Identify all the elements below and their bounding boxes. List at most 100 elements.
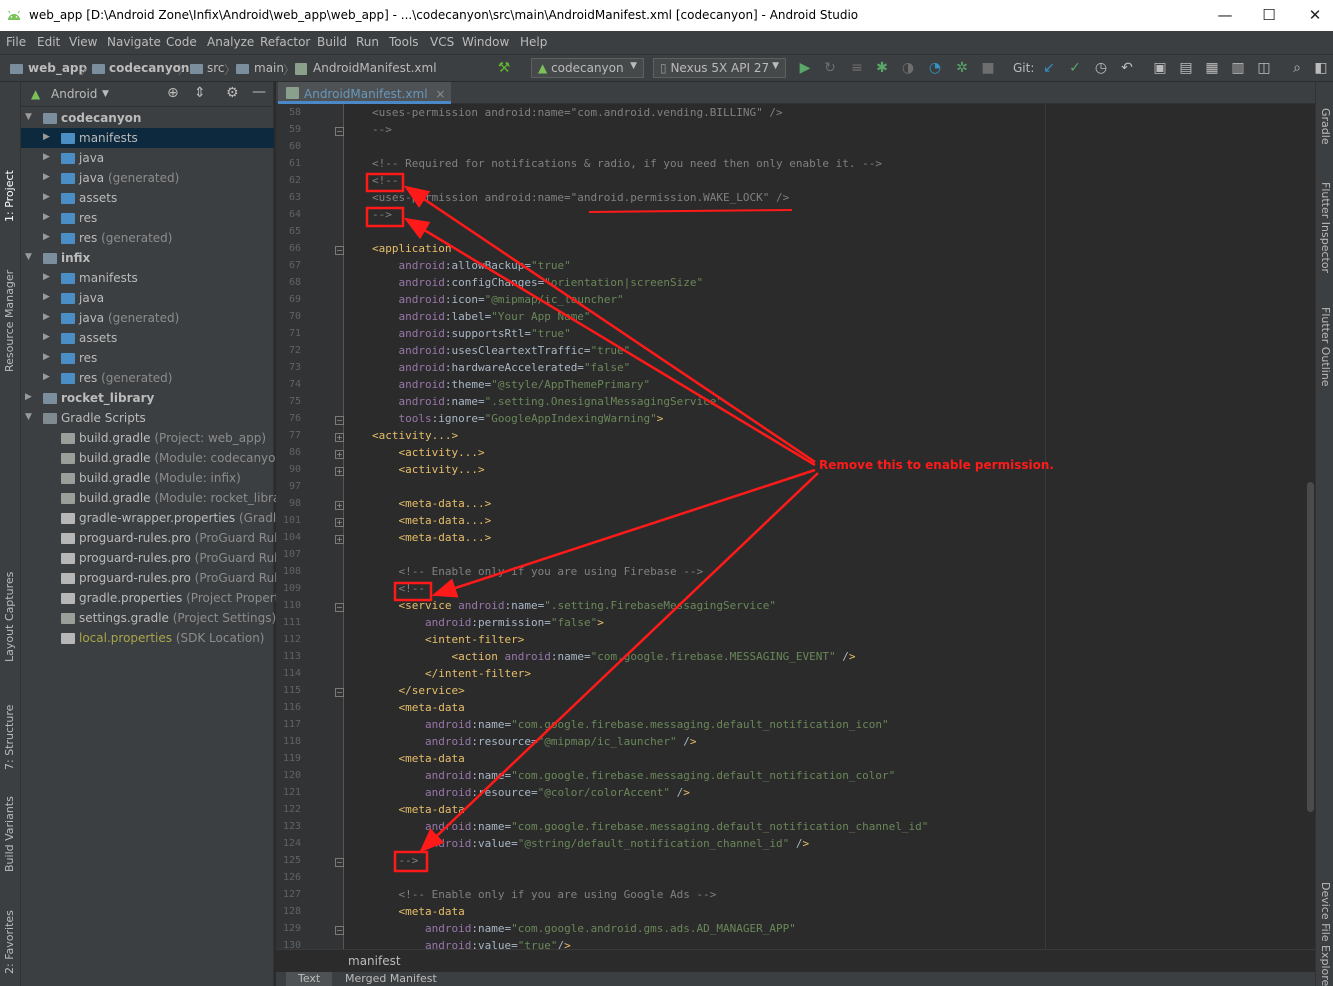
code-line[interactable]: <!-- Enable only if you are using Fireba… xyxy=(372,565,703,578)
tree-item[interactable]: proguard-rules.pro (ProGuard Rules f xyxy=(21,548,299,568)
code-line[interactable]: android:name="com.google.firebase.messag… xyxy=(372,820,928,833)
view-mode-select[interactable]: Android xyxy=(51,87,97,101)
code-line[interactable]: android:label="Your App Name" xyxy=(372,310,591,323)
chevron-right-icon[interactable]: ▶ xyxy=(43,292,53,302)
maximize-button[interactable]: ☐ xyxy=(1259,6,1279,24)
code-line[interactable]: <activity...> xyxy=(372,446,485,459)
tree-item[interactable]: settings.gradle (Project Settings) xyxy=(21,608,276,628)
project-structure-icon[interactable]: ▣ xyxy=(1152,60,1168,76)
tree-item[interactable]: build.gradle (Project: web_app) xyxy=(21,428,274,448)
code-line[interactable]: android:hardwareAccelerated="false" xyxy=(372,361,631,374)
tool-tab-resource-manager[interactable]: Resource Manager xyxy=(3,270,16,372)
code-line[interactable]: <action android:name="com.google.firebas… xyxy=(372,650,855,663)
breadcrumb-file[interactable]: AndroidManifest.xml xyxy=(313,61,437,75)
code-line[interactable]: <!-- Enable only if you are using Google… xyxy=(372,888,716,901)
chevron-right-icon[interactable]: ▶ xyxy=(43,272,53,282)
code-line[interactable]: android:name="com.google.firebase.messag… xyxy=(372,718,889,731)
code-line[interactable]: </intent-filter> xyxy=(372,667,531,680)
code-line[interactable]: --> xyxy=(372,123,392,136)
menu-code[interactable]: Code xyxy=(166,35,197,49)
menu-help[interactable]: Help xyxy=(520,35,547,49)
code-line[interactable]: android:value="@string/default_notificat… xyxy=(372,837,809,850)
git-commit-icon[interactable]: ✓ xyxy=(1067,60,1083,76)
tree-item[interactable]: ▶ java xyxy=(21,148,274,168)
tree-item[interactable]: ▼ codecanyon xyxy=(21,108,274,128)
sdk-manager-icon[interactable]: ▥ xyxy=(1230,60,1246,76)
tool-tab-favorites[interactable]: 2: Favorites xyxy=(3,910,16,974)
fold-marker-icon[interactable]: + xyxy=(335,450,344,459)
menu-tools[interactable]: Tools xyxy=(389,35,419,49)
hammer-icon[interactable]: ⚒ xyxy=(496,60,512,76)
tree-item[interactable]: ▶ res (generated) xyxy=(21,228,274,248)
code-line[interactable]: <uses-permission android:name="android.p… xyxy=(372,191,789,204)
tree-item[interactable]: build.gradle (Module: infix) xyxy=(21,468,274,488)
tree-item[interactable]: ▶ rocket_library xyxy=(21,388,274,408)
code-line[interactable]: --> xyxy=(372,208,392,221)
menu-window[interactable]: Window xyxy=(462,35,509,49)
code-line[interactable]: android:allowBackup="true" xyxy=(372,259,571,272)
xml-breadcrumb-manifest[interactable]: manifest xyxy=(348,954,401,968)
breadcrumb-project[interactable]: web_app xyxy=(28,61,87,75)
code-line[interactable]: <application xyxy=(372,242,451,255)
editor-scrollbar[interactable] xyxy=(1307,482,1314,812)
code-line[interactable]: <meta-data...> xyxy=(372,531,492,544)
code-line[interactable]: <!-- xyxy=(372,174,399,187)
menu-refactor[interactable]: Refactor xyxy=(260,35,310,49)
chevron-right-icon[interactable]: ▶ xyxy=(43,192,53,202)
fold-marker-icon[interactable]: − xyxy=(335,926,344,935)
tree-item[interactable]: ▶ manifests xyxy=(21,128,274,148)
hide-panel-icon[interactable]: — xyxy=(252,84,266,100)
tree-item[interactable]: ▶ res (generated) xyxy=(21,368,274,388)
tree-item[interactable]: ▶ assets xyxy=(21,188,274,208)
code-line[interactable]: android:theme="@style/AppThemePrimary" xyxy=(372,378,651,391)
code-line[interactable]: </service> xyxy=(372,684,465,697)
chevron-right-icon[interactable]: ▶ xyxy=(43,312,53,322)
code-line[interactable]: android:resource="@mipmap/ic_launcher" /… xyxy=(372,735,697,748)
fold-marker-icon[interactable]: − xyxy=(335,416,344,425)
chevron-right-icon[interactable]: ▶ xyxy=(43,152,53,162)
tree-item[interactable]: local.properties (SDK Location) xyxy=(21,628,274,648)
menu-build[interactable]: Build xyxy=(317,35,347,49)
tab-androidmanifest[interactable]: AndroidManifest.xml × xyxy=(278,82,452,104)
sync-project-icon[interactable]: ▤ xyxy=(1178,60,1194,76)
collapse-all-icon[interactable]: ⇕ xyxy=(194,85,206,101)
code-line[interactable]: tools:ignore="GoogleAppIndexingWarning"> xyxy=(372,412,664,425)
chevron-down-icon[interactable]: ▼ xyxy=(25,412,35,422)
tree-item[interactable]: ▼ infix xyxy=(21,248,274,268)
code-line[interactable]: android:configChanges="orientation|scree… xyxy=(372,276,704,289)
fold-marker-icon[interactable]: + xyxy=(335,467,344,476)
tool-tab-device-file-explorer[interactable]: Device File Explorer xyxy=(1319,882,1332,986)
tree-item[interactable]: ▶ res xyxy=(21,348,274,368)
attach-debugger-icon[interactable]: ✲ xyxy=(954,60,970,76)
chevron-right-icon[interactable]: ▶ xyxy=(43,232,53,242)
chevron-right-icon[interactable]: ▶ xyxy=(43,372,53,382)
chevron-right-icon[interactable]: ▶ xyxy=(43,132,53,142)
chevron-right-icon[interactable]: ▶ xyxy=(43,352,53,362)
code-line[interactable]: <activity...> xyxy=(372,429,458,442)
chevron-down-icon[interactable]: ▼ xyxy=(102,89,109,99)
fold-marker-icon[interactable]: − xyxy=(335,246,344,255)
fold-marker-icon[interactable]: + xyxy=(335,535,344,544)
code-line[interactable]: <!-- xyxy=(372,582,425,595)
run-config-select[interactable]: ▲ codecanyon ▼ xyxy=(531,58,644,78)
code-line[interactable]: android:name="com.google.android.gms.ads… xyxy=(372,922,796,935)
tool-tab-flutter-inspector[interactable]: Flutter Inspector xyxy=(1319,182,1332,273)
minimize-button[interactable]: — xyxy=(1215,6,1235,24)
profile-icon[interactable]: ◑ xyxy=(900,60,916,76)
menu-run[interactable]: Run xyxy=(356,35,379,49)
fold-marker-icon[interactable]: + xyxy=(335,433,344,442)
chevron-right-icon[interactable]: ▶ xyxy=(43,332,53,342)
menu-navigate[interactable]: Navigate xyxy=(107,35,161,49)
menu-edit[interactable]: Edit xyxy=(37,35,60,49)
tree-item[interactable]: ▶ java (generated) xyxy=(21,308,274,328)
chevron-right-icon[interactable]: ▶ xyxy=(43,172,53,182)
code-line[interactable]: <meta-data xyxy=(372,803,465,816)
code-line[interactable]: <activity...> xyxy=(372,463,485,476)
apply-code-changes-icon[interactable]: ≡ xyxy=(849,60,865,76)
code-line[interactable]: <meta-data xyxy=(372,905,465,918)
code-line[interactable]: android:permission="false"> xyxy=(372,616,604,629)
chevron-right-icon[interactable]: ▶ xyxy=(25,392,35,402)
gear-icon[interactable]: ⚙ xyxy=(226,85,239,101)
event-log-icon[interactable]: ◧ xyxy=(1313,60,1329,76)
code-line[interactable]: <meta-data xyxy=(372,701,465,714)
